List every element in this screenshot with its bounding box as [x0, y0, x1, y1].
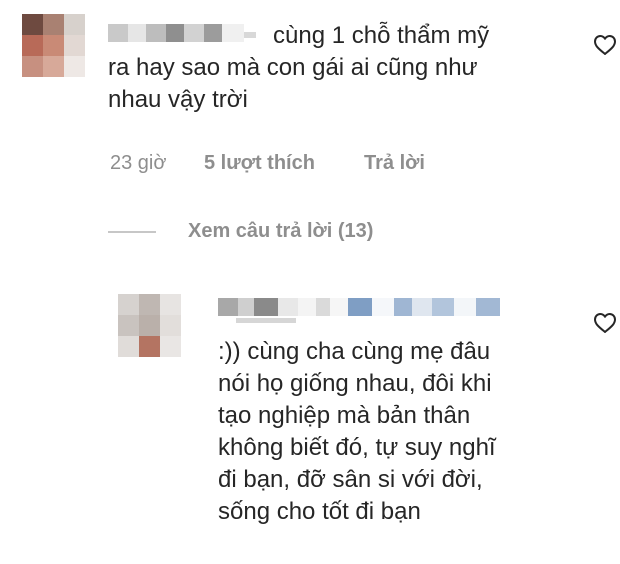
reply-comment-text: :)) cùng cha cùng mẹ đâu nói họ giống nh…: [218, 338, 496, 525]
reply-username-censored-trail: [236, 318, 296, 323]
comment-time: 23 giờ: [110, 152, 167, 174]
heart-outline-icon[interactable]: [593, 312, 617, 334]
view-replies-button[interactable]: Xem câu trả lời (13): [188, 220, 373, 243]
likes-count[interactable]: 5 lượt thích: [204, 152, 315, 175]
avatar[interactable]: [22, 14, 85, 77]
heart-outline-icon[interactable]: [593, 34, 617, 56]
comment-text-first-line: cùng 1 chỗ thẩm mỹ: [273, 22, 490, 49]
reply-username-censored[interactable]: [218, 298, 500, 316]
view-replies-divider: [108, 231, 156, 233]
reply-avatar[interactable]: [118, 294, 181, 357]
comment-text: ra hay sao mà con gái ai cũng như nhau v…: [108, 54, 478, 113]
username-censored-trail: [244, 32, 256, 38]
username-censored[interactable]: [108, 24, 244, 42]
reply-button[interactable]: Trả lời: [364, 152, 425, 175]
